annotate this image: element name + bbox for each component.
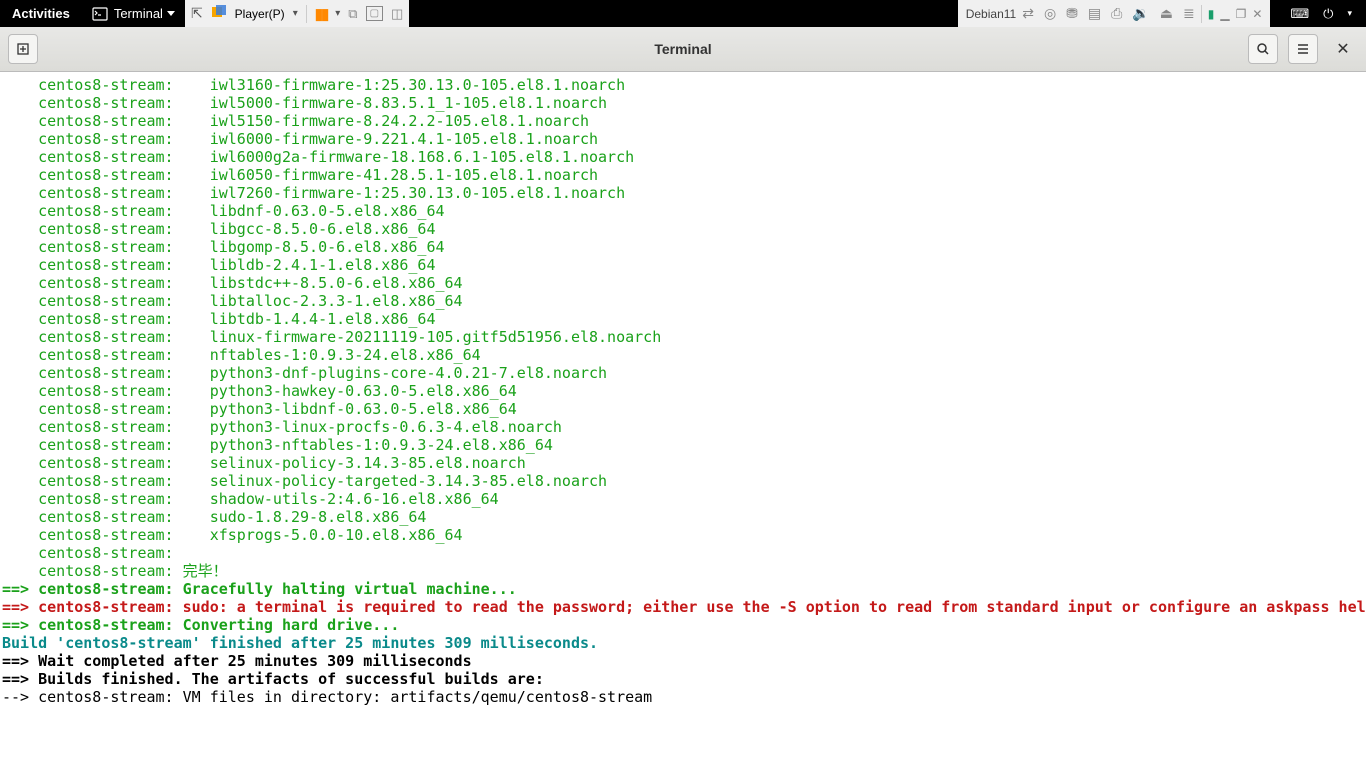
terminal-line: --> centos8-stream: VM files in director…: [2, 688, 1364, 706]
menu-button[interactable]: [1288, 34, 1318, 64]
terminal-icon: [92, 6, 108, 22]
terminal-line: centos8-stream: libgomp-8.5.0-6.el8.x86_…: [2, 238, 1364, 256]
terminal-line: centos8-stream: iwl6000-firmware-9.221.4…: [2, 130, 1364, 148]
disk-icon[interactable]: ⛃: [1066, 5, 1078, 22]
unity-icon[interactable]: ◫: [391, 6, 403, 22]
vmware-player-icon: [211, 4, 227, 23]
terminal-line: centos8-stream: 完毕！: [2, 562, 1364, 580]
terminal-line: centos8-stream: sudo-1.8.29-8.el8.x86_64: [2, 508, 1364, 526]
activities-button[interactable]: Activities: [0, 6, 82, 21]
search-button[interactable]: [1248, 34, 1278, 64]
terminal-line: centos8-stream: selinux-policy-targeted-…: [2, 472, 1364, 490]
terminal-line: centos8-stream:: [2, 544, 1364, 562]
chevron-down-icon[interactable]: ▾: [1347, 8, 1352, 19]
terminal-line: Build 'centos8-stream' finished after 25…: [2, 634, 1364, 652]
terminal-line: centos8-stream: iwl6050-firmware-41.28.5…: [2, 166, 1364, 184]
new-tab-icon: [16, 42, 30, 56]
usb-icon[interactable]: ⏏: [1160, 5, 1173, 22]
close-icon[interactable]: ✕: [1252, 7, 1262, 21]
cd-icon[interactable]: ◎: [1044, 5, 1056, 22]
power-icon[interactable]: ⏻: [1323, 6, 1333, 22]
terminal-line: centos8-stream: libstdc++-8.5.0-6.el8.x8…: [2, 274, 1364, 292]
vm-player-toolbar: ⇱ Player(P) ▾ ▮▮ ▾ ⧉ ▢ ◫: [185, 0, 409, 27]
terminal-line: centos8-stream: iwl3160-firmware-1:25.30…: [2, 76, 1364, 94]
terminal-line: centos8-stream: python3-linux-procfs-0.6…: [2, 418, 1364, 436]
notes-icon[interactable]: ▮: [1208, 7, 1215, 21]
pin-icon[interactable]: ⇱: [191, 5, 203, 22]
printer-icon[interactable]: ⎙: [1111, 5, 1122, 22]
separator: [306, 5, 307, 23]
send-keys-icon[interactable]: ⧉: [348, 6, 357, 22]
input-source-icon[interactable]: ⌨: [1290, 6, 1309, 22]
new-tab-button[interactable]: [8, 34, 38, 64]
terminal-line: centos8-stream: iwl5000-firmware-8.83.5.…: [2, 94, 1364, 112]
terminal-line: centos8-stream: linux-firmware-20211119-…: [2, 328, 1364, 346]
sound-icon[interactable]: 🔉: [1132, 5, 1149, 22]
terminal-line: centos8-stream: python3-dnf-plugins-core…: [2, 364, 1364, 382]
close-icon: ✕: [1336, 39, 1349, 59]
chevron-down-icon: [167, 11, 175, 16]
terminal-line: centos8-stream: shadow-utils-2:4.6-16.el…: [2, 490, 1364, 508]
player-menu[interactable]: Player(P): [235, 7, 285, 21]
search-icon: [1256, 42, 1270, 56]
terminal-line: centos8-stream: python3-hawkey-0.63.0-5.…: [2, 382, 1364, 400]
terminal-line: centos8-stream: iwl5150-firmware-8.24.2.…: [2, 112, 1364, 130]
terminal-line: ==> centos8-stream: sudo: a terminal is …: [2, 598, 1364, 616]
restore-icon[interactable]: ❐: [1236, 7, 1247, 21]
terminal-line: centos8-stream: selinux-policy-3.14.3-85…: [2, 454, 1364, 472]
terminal-line: centos8-stream: libtdb-1.4.4-1.el8.x86_6…: [2, 310, 1364, 328]
fullscreen-icon[interactable]: ▢: [366, 6, 383, 21]
minimize-icon[interactable]: ▁: [1220, 7, 1229, 21]
window-title: Terminal: [654, 41, 711, 57]
terminal-line: centos8-stream: libtalloc-2.3.3-1.el8.x8…: [2, 292, 1364, 310]
terminal-line: centos8-stream: iwl6000g2a-firmware-18.1…: [2, 148, 1364, 166]
terminal-line: centos8-stream: libldb-2.4.1-1.el8.x86_6…: [2, 256, 1364, 274]
chevron-down-icon[interactable]: ▾: [335, 8, 340, 19]
system-tray: ⌨ ⏻ ▾: [1276, 6, 1366, 22]
app-menu-terminal[interactable]: Terminal: [82, 6, 185, 22]
terminal-line: ==> Builds finished. The artifacts of su…: [2, 670, 1364, 688]
app-menu-label: Terminal: [114, 6, 163, 21]
bluetooth-icon[interactable]: ≣: [1183, 5, 1195, 22]
vm-name-tray: Debian11 ⇄ ◎ ⛃ ▤ ⎙ 🔉 ⏏ ≣ ▮ ▁ ❐ ✕: [958, 0, 1271, 27]
chevron-down-icon[interactable]: ▾: [293, 8, 298, 19]
terminal-output[interactable]: centos8-stream: iwl3160-firmware-1:25.30…: [0, 72, 1366, 768]
floppy-icon[interactable]: ▤: [1088, 5, 1101, 22]
pause-icon[interactable]: ▮▮: [315, 5, 328, 23]
separator: [1201, 5, 1202, 23]
vm-name-label: Debian11: [966, 7, 1016, 21]
terminal-line: centos8-stream: nftables-1:0.9.3-24.el8.…: [2, 346, 1364, 364]
terminal-line: centos8-stream: xfsprogs-5.0.0-10.el8.x8…: [2, 526, 1364, 544]
terminal-line: centos8-stream: python3-libdnf-0.63.0-5.…: [2, 400, 1364, 418]
close-button[interactable]: ✕: [1328, 34, 1358, 64]
hamburger-icon: [1296, 42, 1310, 56]
terminal-line: ==> Wait completed after 25 minutes 309 …: [2, 652, 1364, 670]
terminal-line: ==> centos8-stream: Converting hard driv…: [2, 616, 1364, 634]
terminal-line: centos8-stream: libdnf-0.63.0-5.el8.x86_…: [2, 202, 1364, 220]
terminal-line: ==> centos8-stream: Gracefully halting v…: [2, 580, 1364, 598]
terminal-line: centos8-stream: iwl7260-firmware-1:25.30…: [2, 184, 1364, 202]
network-icon[interactable]: ⇄: [1022, 5, 1034, 22]
terminal-line: centos8-stream: libgcc-8.5.0-6.el8.x86_6…: [2, 220, 1364, 238]
terminal-line: centos8-stream: python3-nftables-1:0.9.3…: [2, 436, 1364, 454]
